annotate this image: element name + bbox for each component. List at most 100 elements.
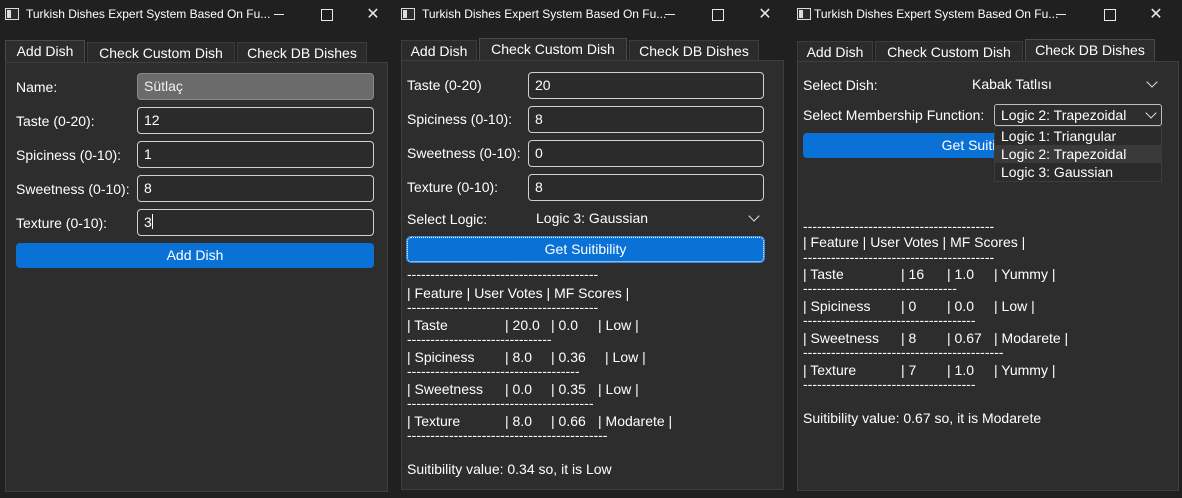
sweetness-field[interactable]: 8 xyxy=(137,175,374,202)
row-label: | Yummy | xyxy=(994,362,1056,378)
get-suitibility-button[interactable]: Get Suitibility xyxy=(406,236,765,263)
taste-label: Taste (0-20): xyxy=(16,113,95,129)
row-separator: ----------------------------------------… xyxy=(803,344,1004,360)
texture-value: 3 xyxy=(144,214,152,230)
name-value: Sütlaç xyxy=(144,78,183,94)
spiciness-value: 1 xyxy=(144,146,152,162)
check-custom-panel: Taste (0-20) 20 Spiciness (0-10): 8 Swee… xyxy=(401,60,784,490)
row-separator: ------------------------------------- xyxy=(803,312,976,328)
taste-value: 12 xyxy=(144,112,160,128)
window-title: Turkish Dishes Expert System Based On Fu… xyxy=(814,7,1059,21)
texture-label: Texture (0-10): xyxy=(16,215,108,231)
select-mf-label: Select Membership Function: xyxy=(803,107,985,123)
chevron-down-icon xyxy=(1145,107,1157,119)
row-separator: ------------------------------- xyxy=(407,331,552,347)
add-dish-panel: Name: Sütlaç Taste (0-20): 12 Spiciness … xyxy=(5,62,388,492)
name-label: Name: xyxy=(16,79,58,95)
title-bar[interactable]: Turkish Dishes Expert System Based On Fu… xyxy=(792,0,1182,30)
dish-select[interactable]: Kabak Tatlısı xyxy=(966,74,1162,96)
spiciness-field[interactable]: 8 xyxy=(528,106,764,133)
select-dish-label: Select Dish: xyxy=(803,77,878,93)
taste-value: 20 xyxy=(535,77,551,93)
row-label: | Yummy | xyxy=(994,266,1056,282)
taste-field[interactable]: 20 xyxy=(528,72,764,99)
texture-value: 8 xyxy=(535,179,543,195)
logic-selected-value: Logic 3: Gaussian xyxy=(536,210,649,226)
row-label: | Low | xyxy=(605,349,646,365)
tab-check-custom-dish[interactable]: Check Custom Dish xyxy=(479,38,627,62)
tab-check-custom-dish[interactable]: Check Custom Dish xyxy=(875,41,1023,63)
row-label: | Low | xyxy=(994,298,1035,314)
taste-label: Taste (0-20) xyxy=(407,77,482,93)
row-label: | Modarete | xyxy=(994,330,1069,346)
row-score: | 0.0 xyxy=(551,317,578,333)
sweetness-label: Sweetness (0-10): xyxy=(407,145,521,161)
table-separator: ----------------------------------------… xyxy=(803,218,995,234)
window-check-db-dishes: Turkish Dishes Expert System Based On Fu… xyxy=(792,0,1182,498)
sweetness-field[interactable]: 0 xyxy=(528,140,764,167)
window-add-dish: Turkish Dishes Expert System Based On Fu… xyxy=(0,0,396,498)
close-button[interactable]: ✕ xyxy=(358,3,388,25)
spiciness-field[interactable]: 1 xyxy=(137,141,374,168)
spiciness-label: Spiciness (0-10): xyxy=(16,147,122,163)
spiciness-value: 8 xyxy=(535,111,543,127)
maximize-button[interactable] xyxy=(702,3,732,25)
sweetness-label: Sweetness (0-10): xyxy=(16,181,130,197)
taste-field[interactable]: 12 xyxy=(137,107,374,134)
sweetness-value: 0 xyxy=(535,145,543,161)
row-label: | Low | xyxy=(598,381,639,397)
mf-option-triangular[interactable]: Logic 1: Triangular xyxy=(995,127,1161,145)
maximize-button[interactable] xyxy=(311,3,341,25)
tab-check-db-dishes[interactable]: Check DB Dishes xyxy=(237,42,367,64)
app-icon xyxy=(401,8,415,20)
spiciness-label: Spiciness (0-10): xyxy=(407,111,513,127)
dish-selected-value: Kabak Tatlısı xyxy=(972,76,1052,92)
close-button[interactable]: ✕ xyxy=(1141,3,1171,25)
title-bar[interactable]: Turkish Dishes Expert System Based On Fu… xyxy=(396,0,792,30)
logic-select[interactable]: Logic 3: Gaussian xyxy=(530,208,764,230)
window-title: Turkish Dishes Expert System Based On Fu… xyxy=(422,7,667,21)
add-dish-button[interactable]: Add Dish xyxy=(16,243,374,268)
app-icon xyxy=(797,8,811,20)
mf-dropdown-list: Logic 1: Triangular Logic 2: Trapezoidal… xyxy=(994,126,1162,182)
tab-check-db-dishes[interactable]: Check DB Dishes xyxy=(629,40,759,62)
close-button[interactable]: ✕ xyxy=(750,3,780,25)
maximize-button[interactable] xyxy=(1094,3,1124,25)
name-field[interactable]: Sütlaç xyxy=(137,73,374,100)
tab-add-dish[interactable]: Add Dish xyxy=(401,40,477,62)
table-header: | Feature | User Votes | MF Scores | xyxy=(803,234,1026,250)
row-separator: ---------------------------------------- xyxy=(407,395,594,411)
mf-option-trapezoidal[interactable]: Logic 2: Trapezoidal xyxy=(995,145,1161,163)
chevron-down-icon xyxy=(748,210,760,222)
suitibility-result: Suitibility value: 0.67 so, it is Modare… xyxy=(803,410,1042,426)
minimize-button[interactable] xyxy=(1046,3,1076,25)
row-label: | Low | xyxy=(598,317,639,333)
suitibility-result: Suitibility value: 0.34 so, it is Low xyxy=(407,461,612,477)
tab-check-custom-dish[interactable]: Check Custom Dish xyxy=(87,42,235,64)
tab-check-db-dishes[interactable]: Check DB Dishes xyxy=(1025,39,1155,63)
texture-field[interactable]: 8 xyxy=(528,174,764,201)
sweetness-value: 8 xyxy=(144,180,152,196)
table-separator: ----------------------------------------… xyxy=(407,266,599,282)
row-separator: ------------------------------------- xyxy=(407,363,580,379)
tab-add-dish[interactable]: Add Dish xyxy=(797,41,873,63)
minimize-button[interactable] xyxy=(264,3,294,25)
mf-select[interactable]: Logic 2: Trapezoidal xyxy=(994,104,1162,126)
check-db-panel: Select Dish: Kabak Tatlısı Select Member… xyxy=(797,61,1179,491)
title-bar[interactable]: Turkish Dishes Expert System Based On Fu… xyxy=(0,0,396,30)
select-logic-label: Select Logic: xyxy=(407,211,488,227)
minimize-button[interactable] xyxy=(655,3,685,25)
table-separator: ----------------------------------------… xyxy=(407,299,599,315)
row-separator: ----------------------------------------… xyxy=(407,427,608,443)
row-separator: --------------------------------- xyxy=(803,280,957,296)
text-caret xyxy=(151,214,153,229)
table-separator: ----------------------------------------… xyxy=(803,249,995,265)
mf-selected-value: Logic 2: Trapezoidal xyxy=(1001,107,1127,123)
texture-field[interactable]: 3 xyxy=(137,209,374,236)
app-icon xyxy=(5,8,19,20)
texture-label: Texture (0-10): xyxy=(407,179,499,195)
chevron-down-icon xyxy=(1146,76,1158,88)
tab-add-dish[interactable]: Add Dish xyxy=(5,40,85,64)
mf-option-gaussian[interactable]: Logic 3: Gaussian xyxy=(995,163,1161,181)
window-check-custom-dish: Turkish Dishes Expert System Based On Fu… xyxy=(396,0,792,498)
